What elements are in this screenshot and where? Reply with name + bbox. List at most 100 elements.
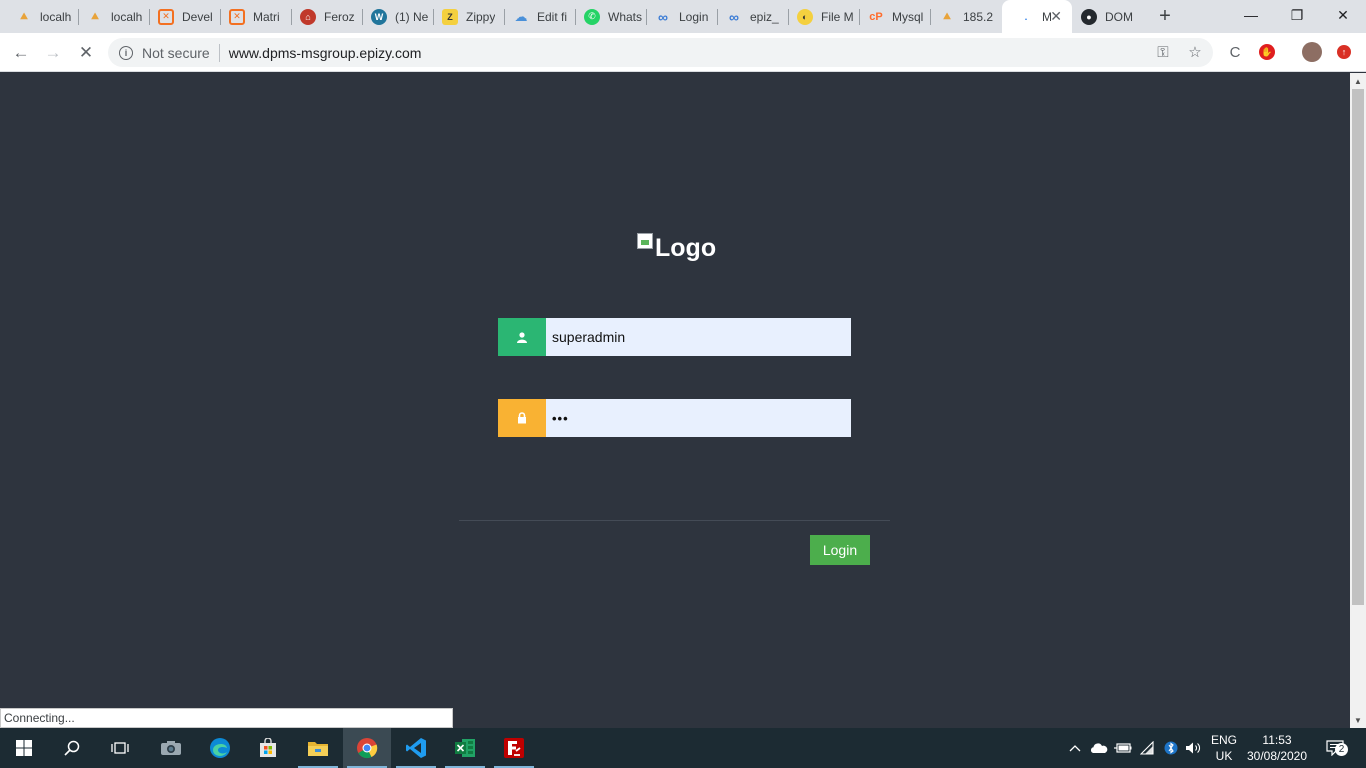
security-label[interactable]: Not secure	[142, 45, 210, 61]
cloud-icon: ☁	[514, 8, 528, 24]
bluetooth-icon[interactable]	[1162, 728, 1180, 768]
filezilla-icon[interactable]	[490, 728, 538, 768]
tab-file-manager[interactable]: ◐ File M	[781, 0, 859, 33]
login-button[interactable]: Login	[810, 535, 870, 565]
tab-epiz[interactable]: ∞ epiz_	[710, 0, 788, 33]
scroll-up-arrow-icon[interactable]: ▲	[1350, 73, 1366, 89]
tab-title: Feroz	[324, 9, 355, 24]
notification-center-icon[interactable]: 2	[1320, 728, 1350, 768]
tab-title: localh	[40, 9, 72, 24]
tab-wordpress[interactable]: W (1) Ne	[355, 0, 433, 33]
camera-app-icon[interactable]	[147, 728, 195, 768]
xampp-icon: ✕	[158, 8, 174, 25]
page-scrollbar[interactable]: ▲ ▼	[1350, 73, 1366, 728]
tab-matrix[interactable]: ✕ Matri	[213, 0, 291, 33]
password-field-group	[498, 399, 851, 437]
lock-icon	[498, 399, 546, 437]
logo-alt-text: Logo	[655, 234, 717, 262]
search-icon[interactable]	[48, 728, 96, 768]
home-icon: ⌂	[300, 8, 316, 25]
tab-devel[interactable]: ✕ Devel	[142, 0, 220, 33]
task-view-icon[interactable]	[96, 728, 144, 768]
tab-title: File M	[821, 9, 854, 24]
tab-edit-file[interactable]: ☁ Edit fi	[497, 0, 575, 33]
phpmyadmin-icon: ⛰	[20, 11, 28, 21]
chrome-icon[interactable]	[343, 728, 391, 768]
scroll-down-arrow-icon[interactable]: ▼	[1350, 712, 1366, 728]
tab-login[interactable]: ∞ Login	[639, 0, 717, 33]
close-window-button[interactable]: ✕	[1320, 0, 1366, 30]
stop-loading-button[interactable]: ✕	[73, 40, 99, 66]
tab-dom[interactable]: ● DOM	[1065, 0, 1143, 33]
language-indicator[interactable]: ENG UK	[1207, 732, 1241, 764]
password-input[interactable]	[546, 399, 851, 437]
wordpress-icon: W	[371, 8, 387, 25]
forward-button[interactable]: →	[40, 40, 66, 66]
username-field-group	[498, 318, 851, 356]
zippy-icon: Z	[442, 8, 458, 25]
tab-feroz[interactable]: ⌂ Feroz	[284, 0, 362, 33]
tab-whatsapp[interactable]: ✆ Whats	[568, 0, 646, 33]
tab-title: Mysql	[892, 9, 924, 24]
region-code: UK	[1215, 749, 1233, 763]
username-input[interactable]	[546, 318, 851, 356]
tab-title: epiz_	[750, 9, 779, 24]
wifi-icon[interactable]	[1138, 728, 1158, 768]
bookmark-star-icon[interactable]: ☆	[1183, 40, 1207, 64]
form-divider	[459, 520, 890, 521]
infinity-icon: ∞	[658, 8, 668, 25]
edge-icon[interactable]	[196, 728, 244, 768]
vscode-icon[interactable]	[392, 728, 440, 768]
key-icon[interactable]: ⚿	[1151, 40, 1175, 64]
file-explorer-icon[interactable]	[294, 728, 342, 768]
xampp-icon: ✕	[229, 8, 245, 25]
battery-icon[interactable]	[1113, 728, 1133, 768]
url-text[interactable]: www.dpms-msgroup.epizy.com	[229, 45, 422, 61]
new-tab-button[interactable]: +	[1154, 5, 1176, 27]
back-button[interactable]: ←	[8, 40, 34, 66]
tab-title: Zippy	[466, 9, 496, 24]
cpanel-icon: cP	[869, 10, 883, 23]
tab-active[interactable]: . M ✕	[1002, 0, 1072, 33]
excel-icon[interactable]	[441, 728, 489, 768]
minimize-button[interactable]: —	[1228, 0, 1274, 30]
address-divider	[218, 43, 220, 62]
restore-button[interactable]: ❐	[1274, 0, 1320, 30]
tab-title: Whats	[608, 9, 643, 24]
tab-title: Matri	[253, 9, 280, 24]
tab-title: Edit fi	[537, 9, 568, 24]
tab-mysql[interactable]: cP Mysql	[852, 0, 930, 33]
info-icon[interactable]: i	[119, 45, 133, 60]
phpmyadmin-icon: ⛰	[91, 11, 99, 21]
clock-date: 30/08/2020	[1246, 749, 1308, 763]
login-page: Logo Login	[0, 73, 1350, 728]
extension-icon[interactable]: C	[1223, 40, 1247, 64]
user-icon	[498, 318, 546, 356]
avatar[interactable]	[1300, 40, 1324, 64]
update-icon[interactable]: ↑	[1332, 40, 1356, 64]
tab-185[interactable]: ⛰ 185.2	[923, 0, 1001, 33]
clock[interactable]: 11:53 30/08/2020	[1244, 732, 1310, 764]
logo: Logo	[637, 233, 716, 263]
volume-icon[interactable]	[1184, 728, 1204, 768]
tab-localhost-2[interactable]: ⛰ localh	[71, 0, 149, 33]
tab-title: Login	[679, 9, 709, 24]
status-bubble: Connecting...	[0, 708, 453, 728]
tab-title: Devel	[182, 9, 213, 24]
close-tab-icon[interactable]: ✕	[1050, 8, 1062, 25]
tab-title: (1) Ne	[395, 9, 429, 24]
loading-icon: .	[1024, 11, 1028, 22]
tab-title: DOM	[1105, 9, 1133, 24]
store-icon[interactable]	[244, 728, 292, 768]
tab-localhost-1[interactable]: ⛰ localh	[0, 0, 78, 33]
adblock-icon[interactable]: ✋	[1255, 40, 1279, 64]
infinity-icon: ∞	[729, 8, 739, 25]
address-bar[interactable]: i Not secure www.dpms-msgroup.epizy.com	[108, 38, 1213, 67]
onedrive-icon[interactable]	[1089, 728, 1109, 768]
show-hidden-icons-chevron-icon[interactable]	[1066, 728, 1084, 768]
windows-taskbar: ENG UK 11:53 30/08/2020 2	[0, 728, 1366, 768]
github-icon: ●	[1081, 8, 1097, 25]
scroll-thumb[interactable]	[1352, 89, 1364, 605]
tab-zippy[interactable]: Z Zippy	[426, 0, 504, 33]
start-button[interactable]	[0, 728, 48, 768]
